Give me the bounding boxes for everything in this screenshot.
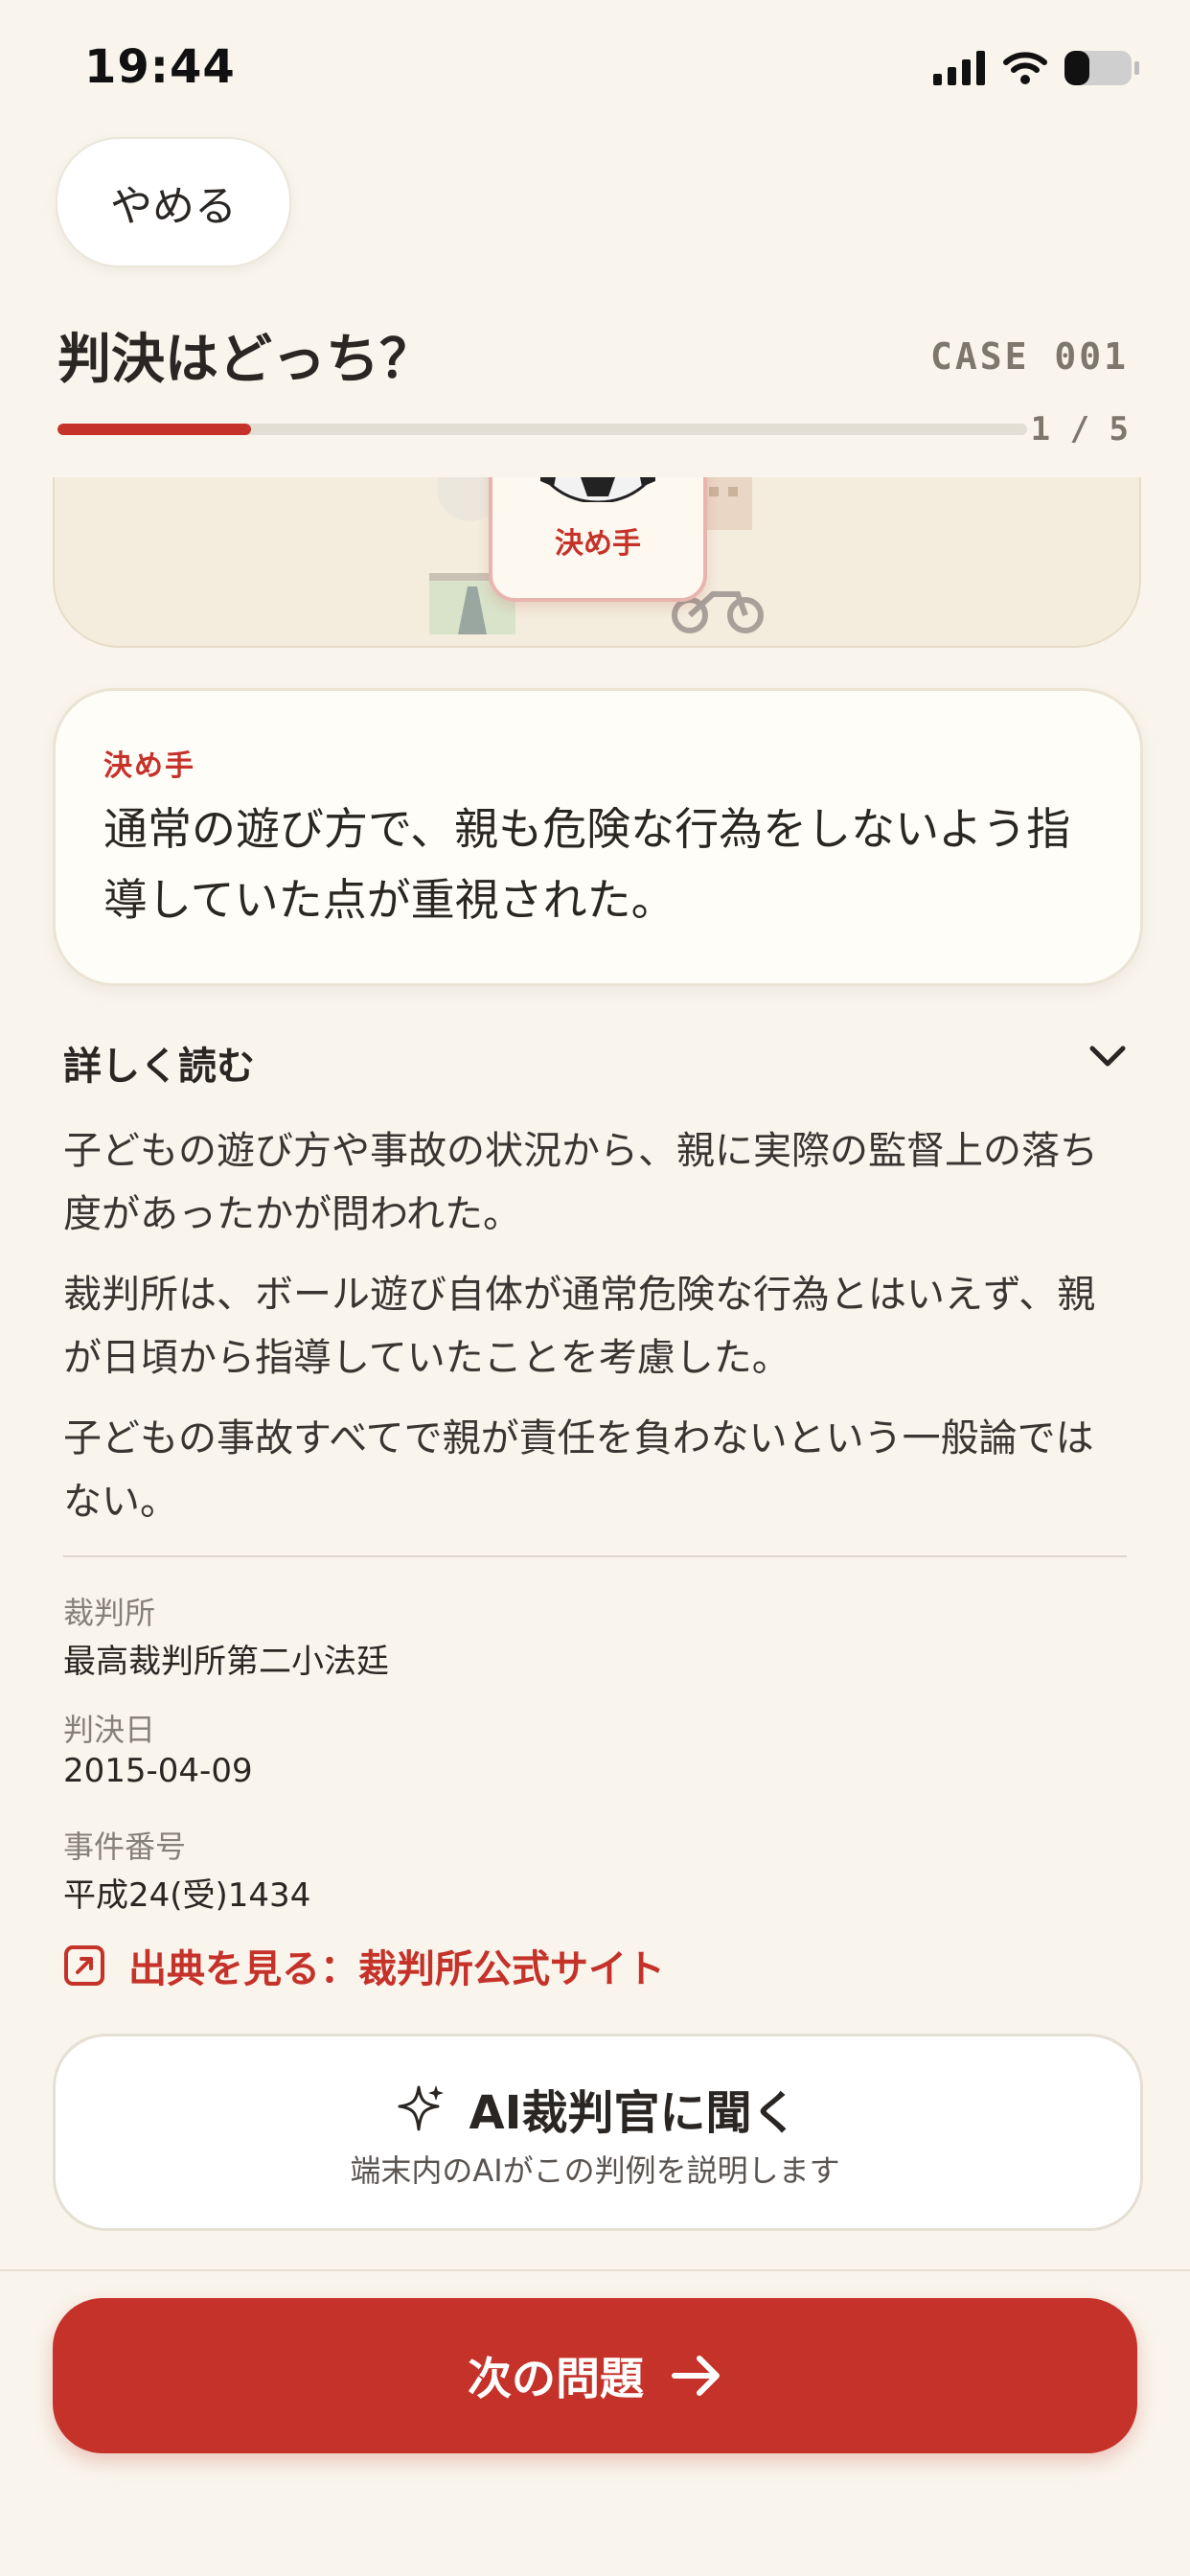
wifi-icon	[1003, 52, 1047, 84]
progress-bar	[57, 424, 1027, 435]
details-paragraph: 裁判所は、ボール遊び自体が通常危険な行為とはいえず、親が日頃から指導していたこと…	[63, 1273, 1096, 1380]
ask-ai-subtitle: 端末内のAIがこの判例を説明します	[350, 2152, 840, 2189]
decider-tile-label: 決め手	[555, 527, 641, 561]
arrow-right-icon	[672, 2356, 720, 2396]
details-paragraph: 子どもの事故すべてで親が責任を負わないという一般論ではない。	[63, 1416, 1094, 1524]
divider	[63, 1555, 1127, 1557]
source-link[interactable]: 出典を見る：裁判所公式サイト	[63, 1938, 665, 1993]
next-question-button[interactable]: 次の問題	[53, 2298, 1137, 2453]
progress-text: 1 / 5	[1030, 410, 1129, 448]
case-number-label: 事件番号	[63, 1828, 187, 1865]
soccer-ball-icon	[540, 477, 655, 502]
building-icon	[699, 477, 752, 530]
details-paragraph: 子どもの遊び方や事故の状況から、親に実際の監督上の落ち度があったかが問われた。	[63, 1129, 1098, 1236]
sparkles-icon	[398, 2085, 445, 2131]
status-icons-overlay	[933, 50, 1140, 86]
status-time-overlay: 19:44	[84, 40, 236, 94]
illustration-area: 決め手	[0, 477, 1190, 650]
decision-text: 通常の遊び方で、親も危険な行為をしないよう指導していた点が重視された。	[103, 803, 1071, 926]
bottom-separator	[0, 2269, 1190, 2271]
next-question-label[interactable]: 次の問題	[468, 2344, 644, 2407]
judgment-date-label: 判決日	[63, 1712, 156, 1748]
judgment-date-value: 2015-04-09	[63, 1752, 253, 1790]
case-number-value: 平成24(受)1434	[63, 1876, 311, 1915]
decision-label: 決め手	[103, 749, 195, 783]
ask-ai-title-row[interactable]: AI裁判官に聞く	[0, 2075, 1190, 2142]
progress-fill	[57, 424, 252, 435]
decider-tile: 決め手	[489, 477, 707, 602]
external-link-icon	[64, 1945, 104, 1986]
details-header[interactable]: 詳しく読む	[63, 1035, 255, 1091]
court-label: 裁判所	[63, 1595, 156, 1631]
signal-icon	[933, 51, 985, 85]
source-link-label[interactable]: 出典を見る：裁判所公式サイト	[128, 1938, 665, 1993]
page-title: 判決はどっち？	[57, 329, 433, 391]
quit-button-overlay[interactable]: やめる	[56, 137, 291, 267]
chevron-down-icon[interactable]	[1088, 1045, 1127, 1070]
court-value: 最高裁判所第二小法廷	[63, 1643, 389, 1681]
case-id: CASE 001	[929, 335, 1129, 378]
ask-ai-title[interactable]: AI裁判官に聞く	[469, 2075, 797, 2142]
battery-icon	[1064, 51, 1139, 85]
